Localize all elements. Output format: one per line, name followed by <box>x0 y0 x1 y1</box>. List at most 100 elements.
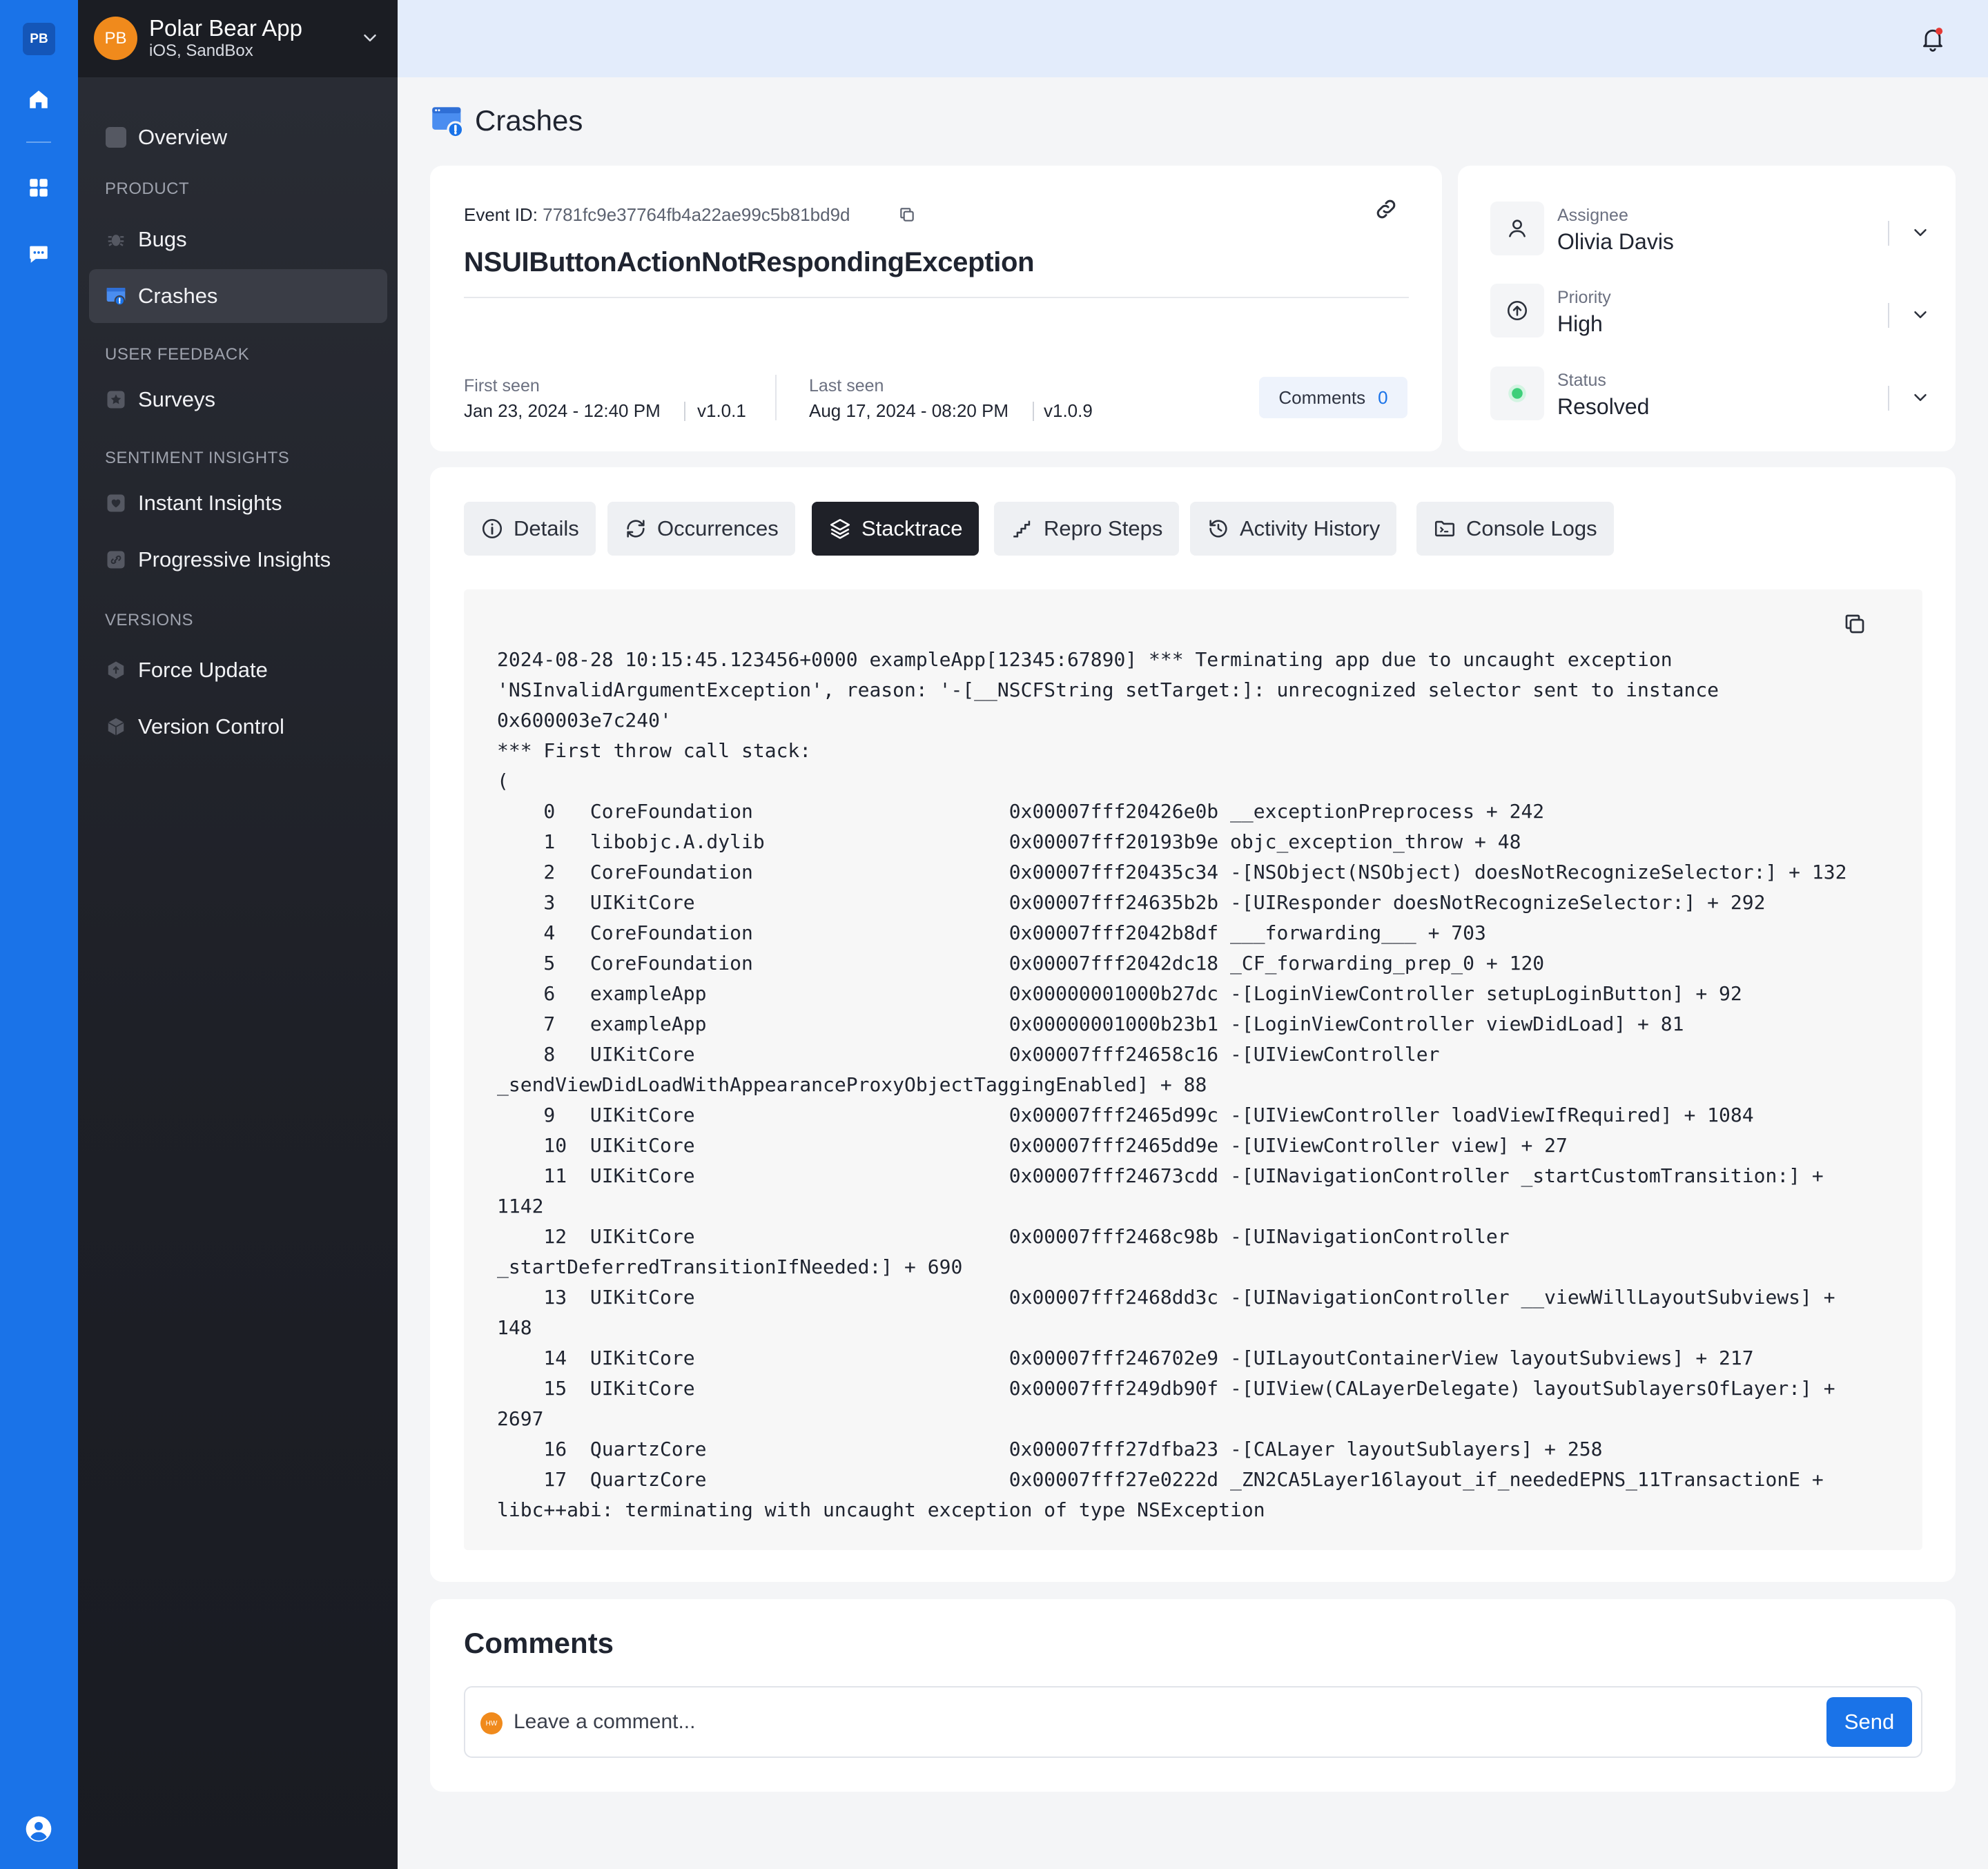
stacktrace-text[interactable]: 2024-08-28 10:15:45.123456+0000 exampleA… <box>497 645 1905 1525</box>
copy-icon[interactable] <box>898 206 916 227</box>
chevron-down-icon <box>360 28 380 52</box>
tab-details[interactable]: Details <box>464 502 596 556</box>
overview-icon <box>105 126 127 148</box>
arrow-up-circle-icon <box>1490 284 1544 337</box>
star-icon <box>105 389 127 411</box>
sidebar-item-bugs[interactable]: Bugs <box>89 213 387 266</box>
tab-label: Stacktrace <box>861 516 963 540</box>
last-seen-date: Aug 17, 2024 - 08:20 PM <box>809 400 1009 421</box>
comments-title: Comments <box>464 1627 614 1659</box>
sidebar-item-version-control[interactable]: Version Control <box>89 700 387 754</box>
status-select[interactable]: Status Resolved <box>1490 364 1932 422</box>
divider <box>775 375 777 420</box>
info-icon <box>480 517 504 540</box>
tab-label: Console Logs <box>1466 516 1597 540</box>
chevron-down-icon[interactable] <box>1910 222 1931 246</box>
rail-divider <box>26 141 51 143</box>
tab-label: Occurrences <box>657 516 779 540</box>
link-icon[interactable] <box>1374 197 1399 225</box>
divider <box>1888 386 1889 411</box>
last-seen-label: Last seen <box>809 376 884 395</box>
sidebar-item-crashes[interactable]: Crashes <box>89 269 387 323</box>
event-title: NSUIButtonActionNotRespondingException <box>464 247 1035 277</box>
user-circle-icon[interactable] <box>25 1815 52 1843</box>
crash-icon <box>105 285 127 307</box>
bug-icon <box>105 228 127 251</box>
status-value: Resolved <box>1557 394 1650 419</box>
history-icon <box>1207 517 1230 540</box>
tab-label: Activity History <box>1240 516 1381 540</box>
layers-icon <box>828 517 852 540</box>
home-icon[interactable] <box>25 86 52 113</box>
steps-icon <box>1011 517 1034 540</box>
send-button[interactable]: Send <box>1826 1697 1912 1747</box>
divider <box>1888 303 1889 328</box>
app-name: Polar Bear App <box>149 15 302 41</box>
assignee-value: Olivia Davis <box>1557 229 1674 254</box>
comments-count-button[interactable]: Comments 0 <box>1259 377 1407 418</box>
sidebar-item-overview[interactable]: Overview <box>89 110 387 164</box>
grid-icon[interactable] <box>25 174 52 202</box>
top-bar <box>398 0 1988 77</box>
sidebar-item-label: Surveys <box>138 387 215 411</box>
divider <box>1888 221 1889 246</box>
nav-section-feedback: USER FEEDBACK <box>105 345 250 364</box>
app-platform: iOS, SandBox <box>149 41 253 60</box>
event-id: Event ID: 7781fc9e37764fb4a22ae99c5b81bd… <box>464 204 850 226</box>
first-seen-version: v1.0.1 <box>697 400 746 421</box>
event-id-label: Event ID: <box>464 204 538 225</box>
tab-activity-history[interactable]: Activity History <box>1190 502 1397 556</box>
crash-icon <box>430 104 466 143</box>
nav-section-product: PRODUCT <box>105 179 190 198</box>
issue-meta-card: Assignee Olivia Davis Priority High Stat… <box>1458 166 1956 451</box>
comment-input[interactable]: HW Leave a comment... Send <box>464 1686 1922 1758</box>
divider <box>464 297 1409 298</box>
sidebar-item-label: Overview <box>138 125 228 149</box>
link-chain-icon <box>105 549 127 571</box>
status-label: Status <box>1557 371 1606 390</box>
user-icon <box>1490 202 1544 255</box>
chevron-down-icon[interactable] <box>1910 304 1931 329</box>
folder-terminal-icon <box>1433 517 1456 540</box>
priority-select[interactable]: Priority High <box>1490 281 1932 339</box>
tab-console-logs[interactable]: Console Logs <box>1416 502 1614 556</box>
sidebar-item-label: Bugs <box>138 227 187 251</box>
workspace-logo[interactable]: PB <box>23 23 55 55</box>
copy-icon[interactable] <box>1842 611 1867 640</box>
sidebar-item-label: Instant Insights <box>138 491 282 515</box>
divider <box>1033 402 1034 421</box>
first-seen-date: Jan 23, 2024 - 12:40 PM <box>464 400 661 421</box>
sidebar-item-label: Progressive Insights <box>138 547 331 571</box>
sidebar-item-instant-insights[interactable]: Instant Insights <box>89 476 387 530</box>
tab-label: Repro Steps <box>1044 516 1163 540</box>
comments-count: 0 <box>1378 386 1388 408</box>
avatar: HW <box>480 1712 503 1734</box>
event-summary-card: Event ID: 7781fc9e37764fb4a22ae99c5b81bd… <box>430 166 1442 451</box>
sidebar-item-force-update[interactable]: Force Update <box>89 643 387 697</box>
notification-bell-icon[interactable] <box>1919 25 1947 52</box>
page-title: Crashes <box>475 104 583 137</box>
sidebar-item-label: Force Update <box>138 658 268 682</box>
chat-icon[interactable] <box>25 240 52 268</box>
tab-repro-steps[interactable]: Repro Steps <box>994 502 1180 556</box>
sidebar-item-label: Version Control <box>138 714 284 738</box>
sidebar-item-progressive-insights[interactable]: Progressive Insights <box>89 533 387 587</box>
box-icon <box>105 716 127 738</box>
tab-label: Details <box>514 516 579 540</box>
sidebar: PB Polar Bear App iOS, SandBox Overview … <box>78 0 398 1869</box>
last-seen-version: v1.0.9 <box>1044 400 1093 421</box>
status-dot-icon <box>1490 366 1544 420</box>
comments-label: Comments <box>1278 386 1366 408</box>
comment-placeholder[interactable]: Leave a comment... <box>514 1710 695 1734</box>
tab-stacktrace[interactable]: Stacktrace <box>812 502 980 556</box>
chevron-down-icon[interactable] <box>1910 387 1931 411</box>
assignee-select[interactable]: Assignee Olivia Davis <box>1490 199 1932 257</box>
tab-occurrences[interactable]: Occurrences <box>607 502 795 556</box>
app-rail: PB <box>0 0 78 1869</box>
priority-label: Priority <box>1557 288 1611 307</box>
nav-section-sentiment: SENTIMENT INSIGHTS <box>105 449 290 467</box>
app-avatar: PB <box>94 17 137 60</box>
app-switcher[interactable]: PB Polar Bear App iOS, SandBox <box>78 0 398 77</box>
first-seen-label: First seen <box>464 376 540 395</box>
sidebar-item-surveys[interactable]: Surveys <box>89 373 387 427</box>
